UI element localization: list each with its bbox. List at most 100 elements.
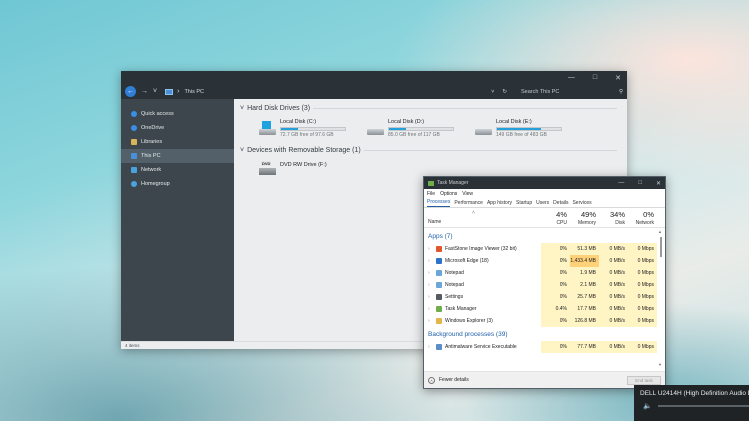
minimize-icon[interactable]: — [568, 74, 575, 81]
tab-users[interactable]: Users [536, 200, 549, 207]
expand-chevron-icon[interactable]: › [428, 306, 433, 312]
scrollbar[interactable]: ▲ ▼ [658, 229, 664, 367]
menu-file[interactable]: File [427, 191, 435, 197]
column-headers: ˄ Name 4% CPU 49% Memory 34% Disk 0% Net… [424, 208, 665, 228]
process-name: Notepad [445, 270, 464, 276]
end-task-button[interactable]: End task [627, 375, 661, 385]
expand-chevron-icon[interactable]: › [428, 344, 433, 350]
maximize-icon[interactable]: □ [638, 180, 642, 187]
address-path[interactable]: This PC [184, 89, 204, 95]
breadcrumb-chevron-icon[interactable]: › [177, 88, 179, 95]
group-removable-storage[interactable]: ˅ Devices with Removable Storage (1) [240, 145, 627, 155]
expand-chevron-icon[interactable]: › [428, 246, 433, 252]
sidebar-item-this-pc[interactable]: This PC [121, 149, 234, 163]
task-manager-footer: ˄ Fewer details End task [424, 371, 665, 388]
process-row[interactable]: › Windows Explorer (3) 0% 126.8 MB 0 MB/s 0 M… [424, 315, 657, 327]
tab-services[interactable]: Services [572, 200, 591, 207]
expand-chevron-icon[interactable]: › [428, 282, 433, 288]
address-bar: ← → ˅ › This PC ˅ ↻ Search This PC ⚲ [121, 84, 627, 99]
drive-dvd[interactable]: DVD DVD RW Drive (F:) [240, 161, 627, 175]
column-network[interactable]: 0% Network [628, 208, 657, 227]
expand-chevron-icon[interactable]: › [428, 318, 433, 324]
sort-caret-icon: ˄ [472, 210, 475, 216]
process-network-cell: 0 Mbps [628, 315, 657, 327]
sidebar-item-homegroup[interactable]: Homegroup [121, 177, 234, 191]
process-row[interactable]: › Notepad 0% 1.9 MB 0 MB/s 0 Mbps [424, 267, 657, 279]
process-cpu-cell: 0% [541, 255, 570, 267]
process-disk-cell: 0 MB/s [599, 243, 628, 255]
process-row[interactable]: › FastStone Image Viewer (32 bit) 0% 51.3 M… [424, 243, 657, 255]
process-name-cell: › Notepad [424, 282, 541, 288]
tab-details[interactable]: Details [553, 200, 568, 207]
app-icon [436, 306, 442, 312]
process-name: Windows Explorer (3) [445, 318, 493, 324]
process-name-cell: › Task Manager [424, 306, 541, 312]
volume-slider[interactable] [657, 405, 749, 407]
menu-options[interactable]: Options [440, 191, 457, 197]
sidebar-item-onedrive[interactable]: OneDrive [121, 121, 234, 135]
group-hard-disk-drives[interactable]: ˅ Hard Disk Drives (3) [240, 103, 627, 113]
search-icon[interactable]: ⚲ [619, 89, 623, 95]
tab-performance[interactable]: Performance [454, 200, 483, 207]
dvd-drive-icon: DVD [259, 161, 276, 175]
process-network-cell: 0 Mbps [628, 279, 657, 291]
chevron-up-icon[interactable]: ˄ [428, 376, 435, 384]
expand-chevron-icon[interactable]: › [428, 270, 433, 276]
forward-arrow-icon[interactable]: → [141, 88, 148, 95]
sidebar-item-network[interactable]: Network [121, 163, 234, 177]
sidebar-item-quick-access[interactable]: Quick access [121, 107, 234, 121]
close-icon[interactable]: ✕ [656, 180, 661, 187]
process-disk-cell: 0 MB/s [599, 291, 628, 303]
process-network-cell: 0 Mbps [628, 303, 657, 315]
expand-chevron-icon[interactable]: › [428, 294, 433, 300]
computer-icon [131, 153, 137, 159]
recent-locations-icon[interactable]: ˅ [153, 88, 157, 95]
task-manager-window: Task Manager — □ ✕ File Options View Pro… [423, 176, 666, 389]
search-input[interactable]: Search This PC [521, 89, 611, 95]
sidebar-item-label: Network [141, 167, 162, 173]
close-icon[interactable]: ✕ [615, 74, 621, 82]
refresh-icon[interactable]: ↻ [502, 89, 507, 95]
maximize-icon[interactable]: □ [593, 74, 597, 81]
tab-startup[interactable]: Startup [516, 200, 532, 207]
audio-device-name[interactable]: DELL U2414H (High Definition Audio D [634, 385, 749, 397]
minimize-icon[interactable]: — [618, 180, 624, 187]
tab-processes[interactable]: Processes [427, 199, 451, 207]
process-row[interactable]: › Notepad 0% 2.1 MB 0 MB/s 0 Mbps [424, 279, 657, 291]
expand-chevron-icon[interactable]: › [428, 258, 433, 264]
drive-c[interactable]: Local Disk (C:) 72.7 GB free of 97.6 GB [259, 117, 367, 143]
network-total: 0% [643, 210, 654, 219]
star-icon [131, 111, 137, 117]
drive-d[interactable]: Local Disk (D:) 85.0 GB free of 117 GB [367, 117, 475, 143]
process-cpu-cell: 0% [541, 279, 570, 291]
process-row[interactable]: › Microsoft Edge (18) 0% 1,433.4 MB 0 MB/s 0 … [424, 255, 657, 267]
collapse-chevron-icon[interactable]: ˅ [240, 147, 244, 154]
process-name-cell: › Settings [424, 294, 541, 300]
cloud-icon [131, 125, 137, 131]
column-memory[interactable]: 49% Memory [570, 208, 599, 227]
address-dropdown-icon[interactable]: ˅ [491, 89, 494, 95]
scroll-up-icon[interactable]: ▲ [658, 229, 662, 234]
scroll-down-icon[interactable]: ▼ [658, 362, 662, 367]
process-row[interactable]: › Settings 0% 25.7 MB 0 MB/s 0 Mbps [424, 291, 657, 303]
process-disk-cell: 0 MB/s [599, 303, 628, 315]
sidebar-item-libraries[interactable]: Libraries [121, 135, 234, 149]
scroll-thumb[interactable] [660, 237, 662, 257]
column-cpu[interactable]: 4% CPU [541, 208, 570, 227]
back-arrow-icon[interactable]: ← [125, 86, 136, 97]
process-row[interactable]: › Antimalware Service Executable 0% 77.7 MB… [424, 341, 657, 353]
process-disk-cell: 0 MB/s [599, 267, 628, 279]
column-disk[interactable]: 34% Disk [599, 208, 628, 227]
process-row[interactable]: › Task Manager 0.4% 17.7 MB 0 MB/s 0 Mbps [424, 303, 657, 315]
process-disk-cell: 0 MB/s [599, 279, 628, 291]
process-memory-cell: 51.3 MB [570, 243, 599, 255]
column-name[interactable]: ˄ Name [424, 208, 541, 227]
tab-app-history[interactable]: App history [487, 200, 512, 207]
fewer-details-link[interactable]: Fewer details [439, 377, 469, 383]
process-memory-cell: 1,433.4 MB [570, 255, 599, 267]
speaker-icon[interactable]: 🔈 [643, 402, 652, 410]
menu-view[interactable]: View [462, 191, 473, 197]
collapse-chevron-icon[interactable]: ˅ [240, 105, 244, 112]
process-network-cell: 0 Mbps [628, 291, 657, 303]
drive-e[interactable]: Local Disk (E:) 149 GB free of 483 GB [475, 117, 583, 143]
